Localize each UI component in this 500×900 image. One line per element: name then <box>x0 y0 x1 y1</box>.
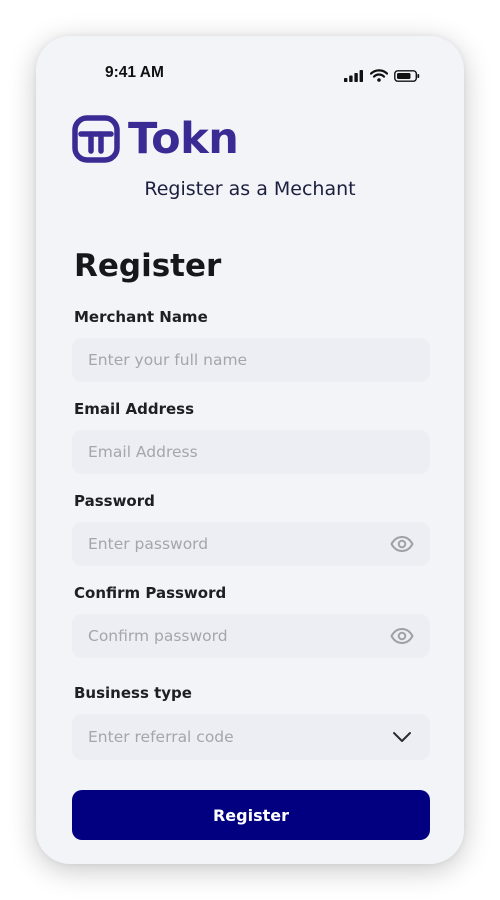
password-visibility-toggle[interactable] <box>390 532 414 556</box>
status-time: 9:41 AM <box>105 64 164 81</box>
confirm-password-visibility-toggle[interactable] <box>390 624 414 648</box>
business-type-label: Business type <box>74 684 192 702</box>
confirm-password-label: Confirm Password <box>74 584 227 602</box>
tokn-logo-icon <box>72 115 120 163</box>
email-input[interactable] <box>72 430 430 474</box>
register-button[interactable]: Register <box>72 790 430 840</box>
chevron-down-icon[interactable] <box>392 731 412 743</box>
merchant-name-field[interactable] <box>72 338 430 382</box>
password-field[interactable] <box>72 522 430 566</box>
status-icons <box>344 69 420 82</box>
page-title: Register <box>74 248 222 284</box>
business-type-select[interactable] <box>72 714 430 760</box>
merchant-name-input[interactable] <box>72 338 430 382</box>
eye-icon[interactable] <box>390 628 414 644</box>
brand-logo: Tokn <box>72 114 239 164</box>
merchant-name-label: Merchant Name <box>74 308 208 326</box>
phone-frame: 9:41 AM Tokn Register as a Mechant Regis… <box>36 36 464 864</box>
signal-icon <box>344 69 363 82</box>
password-input[interactable] <box>72 522 390 566</box>
business-type-input[interactable] <box>72 714 390 760</box>
email-label: Email Address <box>74 400 195 418</box>
business-type-dropdown-toggle[interactable] <box>390 725 414 749</box>
wifi-icon <box>370 69 388 82</box>
confirm-password-field[interactable] <box>72 614 430 658</box>
email-field[interactable] <box>72 430 430 474</box>
eye-icon[interactable] <box>390 536 414 552</box>
password-label: Password <box>74 492 155 510</box>
battery-icon <box>394 69 420 82</box>
confirm-password-input[interactable] <box>72 614 390 658</box>
brand-name: Tokn <box>128 114 239 164</box>
page-subtitle: Register as a Mechant <box>144 178 356 200</box>
